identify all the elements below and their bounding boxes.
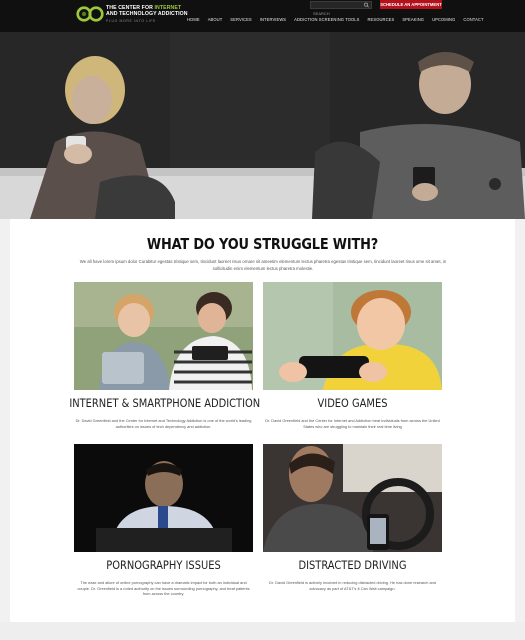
logo-infinity-icon xyxy=(76,6,104,22)
card-title[interactable]: PORNOGRAPHY ISSUES xyxy=(69,558,257,572)
nav-item-about[interactable]: ABOUT xyxy=(204,17,227,22)
driver-texting-photo xyxy=(263,444,442,552)
nav-item-home[interactable]: HOME xyxy=(183,17,204,22)
card-title[interactable]: VIDEO GAMES xyxy=(258,396,446,410)
logo-wordmark: THE CENTER FOR INTERNET AND TECHNOLOGY A… xyxy=(106,5,188,17)
section-intro: We all have lorem ipsum dolor Curabitur … xyxy=(79,259,447,271)
site-logo[interactable]: THE CENTER FOR INTERNET AND TECHNOLOGY A… xyxy=(76,4,188,26)
boy-gaming-photo xyxy=(263,282,442,390)
section-headline: WHAT DO YOU STRUGGLE WITH? xyxy=(146,235,379,253)
search-input[interactable] xyxy=(311,10,361,17)
card-image-driver-texting[interactable] xyxy=(263,444,442,552)
nav-item-interviews[interactable]: INTERVIEWS xyxy=(256,17,290,22)
nav-item-addiction-screening-tools[interactable]: ADDICTION SCREENING TOOLS xyxy=(290,17,363,22)
schedule-appointment-button[interactable]: SCHEDULE AN APPOINTMENT xyxy=(380,0,442,9)
card-description: Dr. David Greenfield and the Center for … xyxy=(265,418,440,429)
card-description: The ease and allure of online pornograph… xyxy=(77,580,250,597)
card-title[interactable]: DISTRACTED DRIVING xyxy=(258,558,446,572)
boys-with-tablets-photo xyxy=(74,282,253,390)
card-image-boys-with-tablets[interactable] xyxy=(74,282,253,390)
main-nav: HOME ABOUT SERVICES INTERVIEWS ADDICTION… xyxy=(183,17,488,22)
hero-image xyxy=(0,32,525,219)
nav-item-services[interactable]: SERVICES xyxy=(226,17,255,22)
nav-item-contact[interactable]: CONTACT xyxy=(459,17,487,22)
nav-item-resources[interactable]: RESOURCES xyxy=(364,17,399,22)
search-box xyxy=(310,1,372,17)
hero-photo-couple-on-phones xyxy=(0,32,525,219)
content-panel: WHAT DO YOU STRUGGLE WITH? We all have l… xyxy=(10,219,515,622)
card-image-man-at-laptop[interactable] xyxy=(74,444,253,552)
card-description: Dr. David Greenfield is actively involve… xyxy=(269,580,436,591)
logo-line2: AND TECHNOLOGY ADDICTION xyxy=(106,11,188,17)
nav-item-upcoming[interactable]: UPCOMING xyxy=(428,17,459,22)
man-at-laptop-photo xyxy=(74,444,253,552)
page-footer-strip xyxy=(0,622,525,640)
site-header: THE CENTER FOR INTERNET AND TECHNOLOGY A… xyxy=(0,0,525,32)
card-title[interactable]: INTERNET & SMARTPHONE ADDICTION xyxy=(69,396,260,410)
card-description: Dr. David Greenfield and the Center for … xyxy=(75,418,252,429)
card-image-boy-gaming[interactable] xyxy=(263,282,442,390)
search-icon[interactable] xyxy=(363,2,370,8)
nav-item-speaking[interactable]: SPEAKING xyxy=(398,17,428,22)
logo-tagline: PLUG MORE INTO LIFE xyxy=(106,19,157,23)
